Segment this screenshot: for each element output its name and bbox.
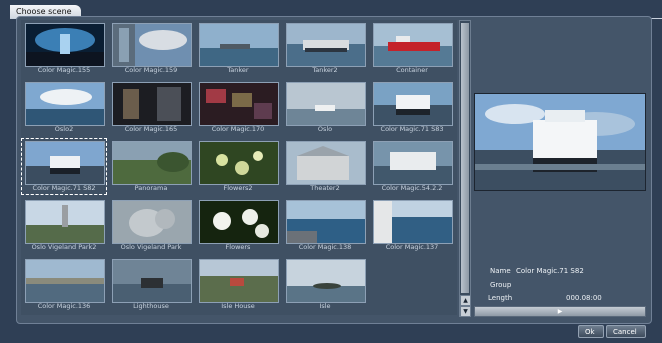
scene-tile-color-magic-54-2-2[interactable]: Color Magic.54.2.2 <box>369 138 455 195</box>
scene-label: Color Magic.136 <box>37 302 91 310</box>
scrollbar-thumb[interactable] <box>461 23 469 293</box>
scene-label: Color Magic.137 <box>385 243 439 251</box>
scene-thumbnail <box>373 82 453 126</box>
scene-thumbnail <box>286 259 366 303</box>
scene-thumbnail <box>199 82 279 126</box>
scene-tile-flowers[interactable]: Flowers <box>195 197 281 254</box>
scene-label: Tanker <box>227 66 249 74</box>
scene-tile-isle-house[interactable]: Isle House <box>195 256 281 313</box>
scene-tile-color-magic-165[interactable]: Color Magic.165 <box>108 79 194 136</box>
scroll-up-button[interactable]: ▲ <box>460 295 471 306</box>
scene-label: Container <box>396 66 428 74</box>
scene-tile-color-magic-155[interactable]: Color Magic.155 <box>21 20 107 77</box>
scene-thumbnail <box>373 23 453 67</box>
scene-label: Color Magic.155 <box>37 66 91 74</box>
scene-label: Panorama <box>134 184 168 192</box>
scene-tile-oslo-vigeland-park2[interactable]: Oslo Vigeland Park2 <box>21 197 107 254</box>
scene-label: Isle House <box>221 302 255 310</box>
scene-tile-color-magic-170[interactable]: Color Magic.170 <box>195 79 281 136</box>
scene-label: Theater2 <box>310 184 340 192</box>
scene-label: Color Magic.170 <box>211 125 265 133</box>
scene-label: Color Magic.165 <box>124 125 178 133</box>
scene-thumbnail <box>199 259 279 303</box>
scene-thumbnail <box>199 200 279 244</box>
scene-tile-theater2[interactable]: Theater2 <box>282 138 368 195</box>
scene-grid-scrollbar[interactable] <box>459 20 471 317</box>
scene-tile-tanker2[interactable]: Tanker2 <box>282 20 368 77</box>
scene-thumbnail <box>25 23 105 67</box>
scene-label: Tanker2 <box>312 66 338 74</box>
scene-label: Color Magic.71 S82 <box>32 184 96 192</box>
scene-thumbnail <box>373 200 453 244</box>
scene-grid: Color Magic.155 Color Magic.159 Tanker T… <box>21 20 457 315</box>
scene-thumbnail <box>286 82 366 126</box>
scene-thumbnail <box>199 23 279 67</box>
scene-thumbnail <box>199 141 279 185</box>
scroll-down-button[interactable]: ▼ <box>460 306 471 317</box>
scene-tile-oslo2[interactable]: Oslo2 <box>21 79 107 136</box>
length-value: 000.08:00 <box>566 294 602 302</box>
scene-tile-color-magic-137[interactable]: Color Magic.137 <box>369 197 455 254</box>
scene-label: Color Magic.138 <box>298 243 352 251</box>
scene-label: Oslo <box>317 125 333 133</box>
scene-label: Oslo Vigeland Park <box>120 243 182 251</box>
scene-thumbnail <box>286 23 366 67</box>
scene-thumbnail <box>112 82 192 126</box>
scene-label: Oslo Vigeland Park2 <box>31 243 97 251</box>
ok-button[interactable]: Ok <box>578 325 604 338</box>
scene-thumbnail <box>112 23 192 67</box>
scene-thumbnail <box>25 82 105 126</box>
scene-tile-color-magic-138[interactable]: Color Magic.138 <box>282 197 368 254</box>
scene-thumbnail <box>25 200 105 244</box>
name-value: Color Magic.71 S82 <box>516 267 584 275</box>
scene-tile-color-magic-136[interactable]: Color Magic.136 <box>21 256 107 313</box>
play-icon: ▶ <box>557 308 563 315</box>
scene-thumbnail <box>373 141 453 185</box>
scene-thumbnail <box>112 259 192 303</box>
scene-label: Oslo2 <box>54 125 74 133</box>
scene-label: Flowers <box>225 243 251 251</box>
cancel-button[interactable]: Cancel <box>606 325 646 338</box>
scene-thumbnail <box>25 259 105 303</box>
scene-thumbnail <box>286 200 366 244</box>
play-button[interactable]: ▶ <box>474 306 646 317</box>
scene-tile-lighthouse[interactable]: Lighthouse <box>108 256 194 313</box>
scene-thumbnail <box>286 141 366 185</box>
scene-tile-color-magic-71-s82[interactable]: Color Magic.71 S82 <box>21 138 107 195</box>
scene-label: Color Magic.71 S83 <box>380 125 444 133</box>
scene-tile-oslo-vigeland-park[interactable]: Oslo Vigeland Park <box>108 197 194 254</box>
scene-label: Color Magic.54.2.2 <box>381 184 443 192</box>
length-label: Length <box>488 294 513 302</box>
scene-thumbnail <box>25 141 105 185</box>
scene-tile-container[interactable]: Container <box>369 20 455 77</box>
scene-label: Color Magic.159 <box>124 66 178 74</box>
scene-label: Lighthouse <box>133 302 169 310</box>
scene-tile-panorama[interactable]: Panorama <box>108 138 194 195</box>
scene-thumbnail <box>112 200 192 244</box>
scene-tile-color-magic-159[interactable]: Color Magic.159 <box>108 20 194 77</box>
group-label: Group <box>490 281 512 289</box>
scene-tile-oslo[interactable]: Oslo <box>282 79 368 136</box>
scene-label: Isle <box>319 302 331 310</box>
scene-preview <box>474 93 646 191</box>
chevron-up-icon: ▲ <box>463 297 468 304</box>
scene-tile-flowers2[interactable]: Flowers2 <box>195 138 281 195</box>
scene-tile-color-magic-71-s83[interactable]: Color Magic.71 S83 <box>369 79 455 136</box>
scene-tile-isle[interactable]: Isle <box>282 256 368 313</box>
scene-label: Flowers2 <box>223 184 253 192</box>
scene-thumbnail <box>112 141 192 185</box>
name-label: Name <box>490 267 511 275</box>
scene-tile-tanker[interactable]: Tanker <box>195 20 281 77</box>
chevron-down-icon: ▼ <box>463 308 468 315</box>
